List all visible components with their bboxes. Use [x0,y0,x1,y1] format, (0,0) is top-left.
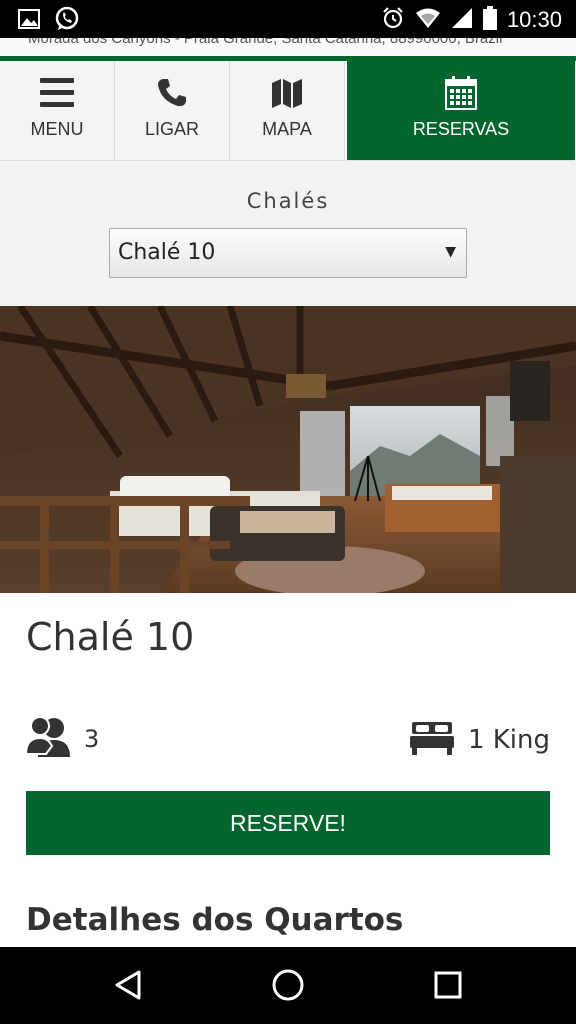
guest-count: 3 [84,725,100,753]
alarm-icon [381,6,405,34]
back-icon[interactable] [106,965,150,1005]
guest-capacity: 3 [24,716,100,762]
chalet-select[interactable]: Chalé 10 ▼ [109,228,467,278]
map-icon [271,73,303,113]
nav-reservations-button[interactable]: RESERVAS [345,61,575,161]
hamburger-icon [40,73,74,113]
chalet-select-value: Chalé 10 [118,240,216,265]
room-photo [0,306,576,593]
bed-info: 1 King [409,720,550,760]
dropdown-arrow-icon: ▼ [445,244,456,260]
system-nav-bar [0,947,576,1024]
nav-call-button[interactable]: LIGAR [115,61,230,161]
whatsapp-icon [54,6,80,36]
bed-type: 1 King [467,725,550,755]
clock: 10:30 [506,7,562,32]
phone-icon [157,73,187,113]
room-details-heading: Detalhes dos Quartos [26,902,404,938]
guests-icon [24,716,72,762]
wifi-icon [415,7,441,33]
recents-icon[interactable] [426,965,470,1005]
top-nav: MENU LIGAR MAPA RESERVAS [0,61,576,161]
calendar-icon [445,73,477,113]
room-title: Chalé 10 [26,615,195,659]
nav-reservations-label: RESERVAS [412,119,510,139]
reserve-button[interactable]: RESERVE! [26,791,550,855]
status-bar: 10:30 [0,0,576,38]
selector-title: Chalés [246,189,330,213]
home-icon[interactable] [266,965,310,1005]
nav-call-label: LIGAR [144,119,200,139]
image-icon [18,9,40,33]
nav-menu-label: MENU [30,119,84,139]
chalet-selector-section: Chalés Chalé 10 ▼ [0,161,576,306]
battery-icon [482,6,497,34]
nav-menu-button[interactable]: MENU [0,61,115,161]
address-text: Morada dos Canyons - Praia Grande, Santa… [28,38,503,47]
nav-map-label: MAPA [262,119,312,139]
address-bar: Morada dos Canyons - Praia Grande, Santa… [0,38,576,56]
nav-map-button[interactable]: MAPA [230,61,345,161]
signal-icon [451,7,473,33]
bed-icon [409,720,454,760]
